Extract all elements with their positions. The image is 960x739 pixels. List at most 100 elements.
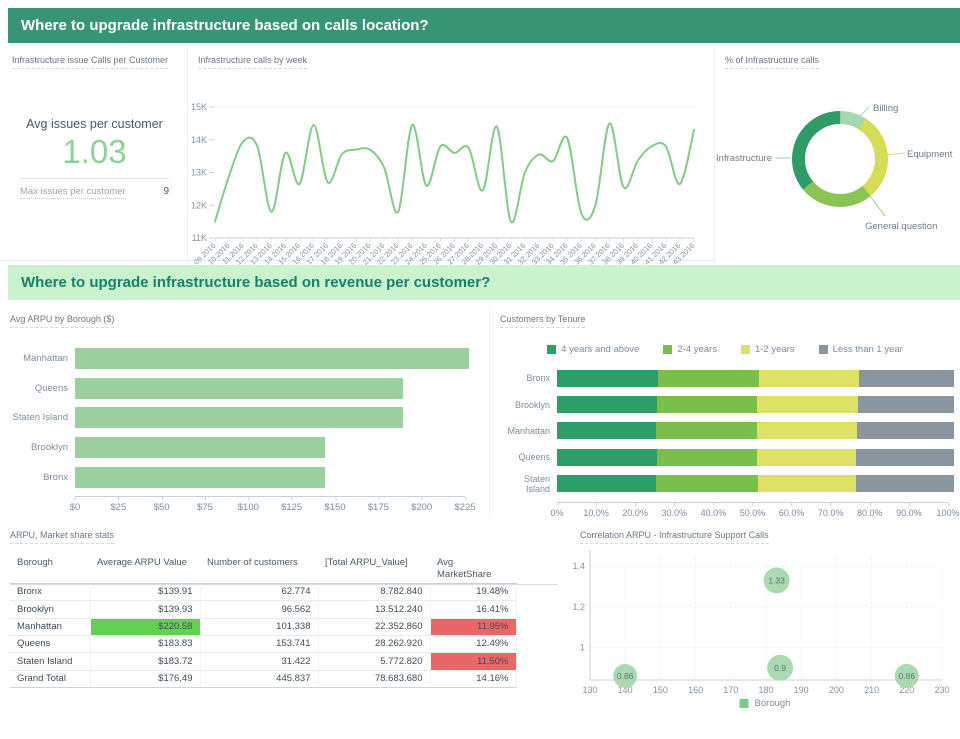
table-row[interactable]: Queens $183.83 153.741 28.262.920 12.49% bbox=[10, 635, 517, 654]
table-cell-value: 12.49% bbox=[430, 635, 517, 654]
table-cell-value: 13.512.240 bbox=[318, 600, 431, 619]
tenure-segment[interactable] bbox=[757, 396, 858, 414]
table-cell-value: 16.41% bbox=[430, 600, 517, 619]
arpu-bar-row: Bronx bbox=[10, 462, 477, 492]
table-row[interactable]: Grand Total $176,49 445.837 78.683.680 14.16… bbox=[10, 670, 517, 689]
tenure-segment[interactable] bbox=[856, 422, 954, 440]
tenure-bar-row: Bronx bbox=[502, 365, 954, 391]
arpu-bar[interactable] bbox=[75, 466, 325, 488]
tenure-segment[interactable] bbox=[656, 396, 758, 414]
arpu-bar[interactable] bbox=[75, 348, 470, 370]
tenure-segment[interactable] bbox=[657, 369, 760, 387]
x-tick-label: 130 bbox=[582, 685, 597, 695]
table-cell-borough: Bronx bbox=[10, 583, 91, 602]
tenure-segment[interactable] bbox=[655, 422, 757, 440]
tenure-segment[interactable] bbox=[756, 422, 857, 440]
kpi-panel: Infrastructure issue Calls per Customer … bbox=[2, 47, 188, 261]
tenure-segment[interactable] bbox=[557, 369, 658, 387]
x-tick-label: 190 bbox=[794, 685, 809, 695]
x-tick-label: $150 bbox=[324, 496, 346, 513]
table-cell-value: 96.562 bbox=[200, 600, 319, 619]
tenure-segment[interactable] bbox=[557, 475, 657, 493]
table-cell-value: $139.91 bbox=[90, 583, 201, 602]
donut-connector-equipment bbox=[885, 152, 906, 156]
table-cell-borough: Brooklyn bbox=[10, 600, 91, 619]
tenure-category-label: Manhattan bbox=[507, 425, 550, 436]
donut-label-equipment: Equipment bbox=[907, 149, 953, 160]
legend-item[interactable]: 1-2 years bbox=[740, 344, 795, 355]
legend-swatch bbox=[739, 699, 749, 708]
tenure-legend: 4 years and above 2-4 years 1-2 years Less … bbox=[490, 344, 960, 355]
legend-item[interactable]: Less than 1 year bbox=[818, 344, 903, 355]
table-row[interactable]: Staten Island $183.72 31.422 5.772.820 11.50… bbox=[10, 652, 517, 671]
tenure-segment[interactable] bbox=[756, 448, 856, 466]
tenure-segment[interactable] bbox=[656, 475, 758, 493]
legend-item[interactable]: 4 years and above bbox=[547, 344, 639, 355]
tenure-category-label: Queens bbox=[518, 452, 550, 463]
table-row[interactable]: Bronx $139.91 62.774 8.782.840 19.48% bbox=[10, 583, 517, 602]
tenure-segment[interactable] bbox=[759, 369, 860, 387]
tenure-bar-track bbox=[557, 369, 954, 387]
tenure-segment[interactable] bbox=[859, 369, 954, 387]
kpi-max-value: 9 bbox=[163, 186, 169, 197]
bubble-value-label: 0.86 bbox=[899, 671, 916, 681]
arpu-category-label: Manhattan bbox=[23, 353, 68, 365]
tenure-segment[interactable] bbox=[757, 475, 856, 493]
customers-by-tenure-title: Customers by Tenure bbox=[500, 314, 586, 328]
correlation-panel: Correlation ARPU - Infrastructure Suppor… bbox=[570, 522, 960, 724]
arpu-stats-table: Borough Average ARPU Value Number of custo… bbox=[10, 555, 517, 689]
legend-label: Borough bbox=[754, 698, 791, 709]
x-tick-label: $25 bbox=[110, 496, 127, 513]
arpu-by-borough-panel: Avg ARPU by Borough ($) Manhattan Queens S… bbox=[0, 306, 490, 518]
tenure-segment[interactable] bbox=[557, 396, 657, 414]
bubble-value-label: 1.33 bbox=[768, 575, 785, 585]
table-cell-value: 153.741 bbox=[200, 635, 319, 654]
column-header: [Total ARPU_Value] bbox=[318, 555, 430, 584]
table-row[interactable]: Brooklyn $139.93 96.562 13.512.240 16.41% bbox=[10, 600, 517, 619]
bubble-value-label: 0.86 bbox=[617, 671, 634, 681]
tenure-segment[interactable] bbox=[557, 422, 656, 440]
legend-swatch bbox=[663, 345, 673, 354]
kpi-max-row: Max issues per customer 9 bbox=[12, 186, 177, 199]
y-tick-label: 1 bbox=[580, 642, 585, 652]
table-cell-value: $220.58 bbox=[90, 618, 201, 636]
legend-item[interactable]: 2-4 years bbox=[663, 344, 717, 355]
row-calls: Infrastructure issue Calls per Customer … bbox=[0, 47, 960, 267]
arpu-bar[interactable] bbox=[75, 437, 325, 459]
legend-label: 4 years and above bbox=[561, 344, 640, 355]
table-cell-value: 5.772.820 bbox=[318, 652, 431, 671]
kpi-max-label: Max issues per customer bbox=[20, 186, 126, 199]
x-tick-label: 160 bbox=[688, 685, 703, 695]
calls-by-week-panel: Infrastructure calls by week 11K 12K 13K 14… bbox=[188, 47, 715, 267]
column-header: Number of customers bbox=[200, 555, 318, 584]
table-cell-value: 78.683.680 bbox=[318, 670, 431, 689]
arpu-bar[interactable] bbox=[75, 377, 404, 399]
table-cell-value: 62.774 bbox=[200, 583, 319, 602]
section-header-revenue: Where to upgrade infrastructure based on… bbox=[8, 265, 960, 300]
tenure-segment[interactable] bbox=[855, 475, 954, 493]
tenure-segment[interactable] bbox=[855, 448, 954, 466]
bubble-value-label: 0.9 bbox=[774, 663, 786, 673]
y-tick-label: 1.2 bbox=[572, 602, 585, 612]
infra-calls-donut-plot[interactable]: Billing Equipment General question Infra… bbox=[715, 47, 960, 259]
table-cell-value: $176,49 bbox=[90, 670, 201, 689]
table-cell-value: 14.16% bbox=[430, 670, 517, 689]
legend-swatch bbox=[547, 345, 557, 354]
x-tick-label: $75 bbox=[197, 496, 213, 513]
x-tick-label: $125 bbox=[281, 496, 303, 513]
tenure-segment[interactable] bbox=[857, 396, 954, 414]
correlation-legend[interactable]: Borough bbox=[739, 698, 791, 709]
table-row[interactable]: Manhattan $220.58 101.338 22.352.860 11.95% bbox=[10, 618, 517, 636]
tenure-bar-track bbox=[557, 396, 954, 414]
tenure-segment[interactable] bbox=[657, 448, 757, 466]
correlation-plot[interactable]: 130 140 150 160 170 180 190 200 210 220 23011.21.4… bbox=[570, 522, 960, 722]
arpu-bar[interactable] bbox=[75, 407, 404, 429]
x-tick-label: 0% bbox=[550, 502, 564, 518]
table-cell-value: 101.338 bbox=[200, 618, 319, 636]
tenure-category-label: Staten Island bbox=[523, 473, 550, 494]
calls-by-week-plot[interactable]: 11K12K13K14K15K09.201610.201611.201612.2… bbox=[188, 71, 713, 269]
calls-line-series[interactable] bbox=[214, 122, 695, 224]
kpi-avg-label: Avg issues per customer bbox=[26, 117, 163, 131]
tenure-segment[interactable] bbox=[557, 448, 658, 466]
tenure-bar-row: Brooklyn bbox=[502, 391, 954, 417]
